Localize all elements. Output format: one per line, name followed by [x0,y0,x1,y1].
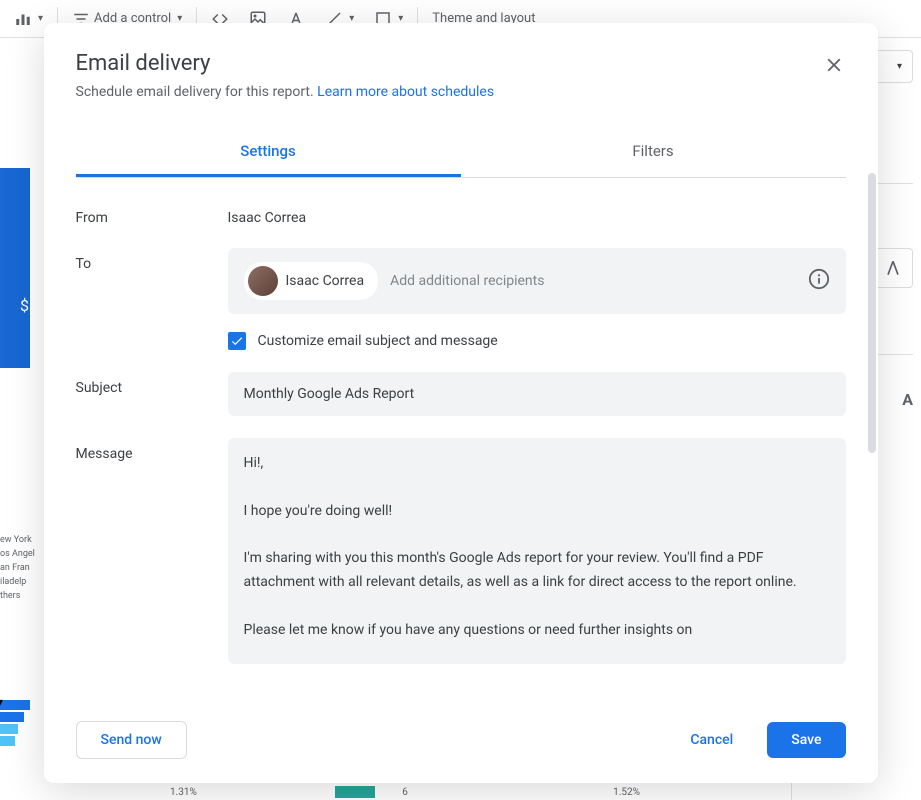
recipient-name: Isaac Correa [286,273,365,289]
recipients-box[interactable]: Isaac Correa Add additional recipients [228,248,846,314]
email-delivery-modal: Email delivery Schedule email delivery f… [44,23,878,783]
from-label: From [76,202,228,226]
message-textarea[interactable] [228,438,846,664]
avatar [248,266,278,296]
check-icon [230,334,244,348]
add-recipients-input[interactable]: Add additional recipients [390,273,795,289]
modal-subtitle: Schedule email delivery for this report.… [76,84,846,100]
close-button[interactable] [818,49,850,81]
save-button[interactable]: Save [767,722,845,758]
subject-input[interactable] [228,372,846,416]
send-now-button[interactable]: Send now [76,721,187,759]
modal-tabs: Settings Filters [76,128,846,178]
subject-label: Subject [76,372,228,396]
learn-more-link[interactable]: Learn more about schedules [317,84,494,100]
modal-overlay: Email delivery Schedule email delivery f… [0,0,921,800]
to-label: To [76,248,228,272]
tab-filters[interactable]: Filters [461,128,846,177]
modal-title: Email delivery [76,51,846,76]
message-label: Message [76,438,228,462]
tab-settings[interactable]: Settings [76,128,461,177]
close-icon [823,54,845,76]
info-icon[interactable] [808,268,830,294]
customize-checkbox-label: Customize email subject and message [258,333,498,349]
from-value: Isaac Correa [228,202,846,226]
recipient-chip[interactable]: Isaac Correa [244,262,379,300]
customize-checkbox[interactable] [228,332,246,350]
cancel-button[interactable]: Cancel [666,722,757,758]
